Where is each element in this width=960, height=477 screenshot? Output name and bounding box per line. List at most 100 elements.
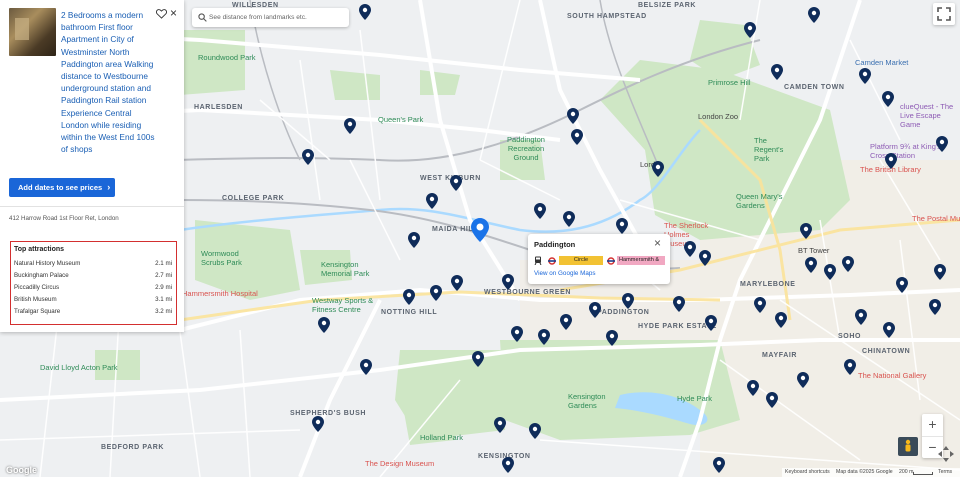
listing-pin[interactable]	[511, 326, 523, 342]
view-on-google-maps-link[interactable]: View on Google Maps	[534, 270, 596, 277]
close-icon[interactable]: ×	[170, 7, 180, 19]
poi-kensington-gardens[interactable]: Kensington Gardens	[568, 392, 612, 410]
listing-pin[interactable]	[775, 312, 787, 328]
listing-pin[interactable]	[472, 351, 484, 367]
listing-pin[interactable]	[359, 4, 371, 20]
listing-pin[interactable]	[855, 309, 867, 325]
listing-pin[interactable]	[571, 129, 583, 145]
poi-paddington-rec[interactable]: Paddington Recreation Ground	[500, 135, 552, 162]
poi-david-lloyd[interactable]: David Lloyd Acton Park	[40, 363, 118, 372]
landmark-search[interactable]	[192, 8, 349, 27]
heart-icon[interactable]	[156, 9, 167, 19]
poi-cluequest[interactable]: clueQuest - The Live Escape Game	[900, 102, 960, 129]
listing-pin[interactable]	[534, 203, 546, 219]
poi-queens-park[interactable]: Queen's Park	[378, 115, 423, 124]
listing-pin[interactable]	[494, 417, 506, 433]
keyboard-shortcuts-link[interactable]: Keyboard shortcuts	[785, 469, 830, 475]
listing-pin[interactable]	[538, 329, 550, 345]
listing-title[interactable]: 2 Bedrooms a modern bathroom First floor…	[61, 9, 161, 155]
listing-pin[interactable]	[808, 7, 820, 23]
zoom-in-button[interactable]: +	[922, 414, 943, 436]
listing-pin[interactable]	[684, 241, 696, 257]
listing-pin[interactable]	[896, 277, 908, 293]
listing-pin[interactable]	[616, 218, 628, 234]
attraction-row: British Museum 3.1 mi	[14, 296, 172, 307]
listing-pin[interactable]	[934, 264, 946, 280]
listing-pin[interactable]	[502, 457, 514, 473]
poi-hammersmith-hospital[interactable]: Hammersmith Hospital	[182, 289, 258, 298]
listing-pin[interactable]	[426, 193, 438, 209]
poi-postal-museum[interactable]: The Postal Museum	[912, 214, 960, 223]
listing-pin[interactable]	[859, 68, 871, 84]
poi-queen-marys-gardens[interactable]: Queen Mary's Gardens	[736, 192, 786, 210]
listing-pin[interactable]	[885, 153, 897, 169]
poi-design-museum[interactable]: The Design Museum	[365, 459, 434, 468]
listing-pin[interactable]	[699, 250, 711, 266]
listing-photo[interactable]	[9, 8, 56, 56]
map-pin-icon	[754, 297, 766, 313]
listing-pin[interactable]	[673, 296, 685, 312]
listing-pin[interactable]	[403, 289, 415, 305]
listing-pin[interactable]	[563, 211, 575, 227]
terms-link[interactable]: Terms	[938, 469, 952, 475]
listing-pin[interactable]	[302, 149, 314, 165]
selected-listing-pin[interactable]	[471, 218, 489, 242]
listing-pin[interactable]	[344, 118, 356, 134]
listing-pin[interactable]	[842, 256, 854, 272]
listing-pin[interactable]	[766, 392, 778, 408]
poi-wormwood-scrubs[interactable]: Wormwood Scrubs Park	[201, 249, 251, 267]
scale-label[interactable]: 200 m	[899, 469, 913, 475]
listing-pin[interactable]	[754, 297, 766, 313]
listing-pin[interactable]	[450, 175, 462, 191]
listing-pin[interactable]	[567, 108, 579, 124]
search-input[interactable]	[209, 11, 345, 24]
listing-pin[interactable]	[805, 257, 817, 273]
listing-pin[interactable]	[589, 302, 601, 318]
poi-roundwood-park[interactable]: Roundwood Park	[198, 53, 256, 62]
listing-pin[interactable]	[747, 380, 759, 396]
listing-pin[interactable]	[408, 232, 420, 248]
map-pin-icon	[934, 264, 946, 280]
poi-london-zoo[interactable]: London Zoo	[698, 112, 738, 121]
listing-pin[interactable]	[771, 64, 783, 80]
listing-pin[interactable]	[606, 330, 618, 346]
listing-pin[interactable]	[560, 314, 572, 330]
poi-regents-park[interactable]: The Regent's Park	[754, 136, 796, 163]
listing-pin[interactable]	[844, 359, 856, 375]
listing-pin[interactable]	[622, 293, 634, 309]
listing-pin[interactable]	[529, 423, 541, 439]
listing-pin[interactable]	[824, 264, 836, 280]
map-pin-icon	[312, 416, 324, 432]
poi-holland-park[interactable]: Holland Park	[420, 433, 463, 442]
poi-hyde-park[interactable]: Hyde Park	[677, 394, 712, 403]
pegman-button[interactable]	[898, 437, 918, 456]
close-icon[interactable]: ×	[654, 237, 664, 249]
listing-pin[interactable]	[312, 416, 324, 432]
listing-pin[interactable]	[797, 372, 809, 388]
poi-primrose-hill[interactable]: Primrose Hill	[708, 78, 751, 87]
listing-pin[interactable]	[744, 22, 756, 38]
poi-bt-tower[interactable]: BT Tower	[798, 246, 829, 255]
listing-pin[interactable]	[800, 223, 812, 239]
listing-pin[interactable]	[882, 91, 894, 107]
listing-pin[interactable]	[705, 315, 717, 331]
poi-national-gallery[interactable]: The National Gallery	[858, 371, 926, 380]
poi-kensington-memorial[interactable]: Kensington Memorial Park	[321, 260, 373, 278]
listing-pin[interactable]	[713, 457, 725, 473]
listing-pin[interactable]	[430, 285, 442, 301]
listing-pin[interactable]	[502, 274, 514, 290]
add-dates-button[interactable]: Add dates to see prices ›	[9, 178, 115, 197]
listing-pin[interactable]	[451, 275, 463, 291]
listing-pin[interactable]	[936, 136, 948, 152]
listing-pin[interactable]	[360, 359, 372, 375]
map-camera-control-icon[interactable]	[936, 444, 956, 464]
listing-pin[interactable]	[318, 317, 330, 333]
poi-camden-market[interactable]: Camden Market	[855, 58, 908, 67]
listing-pin[interactable]	[883, 322, 895, 338]
poi-westway-sports[interactable]: Westway Sports & Fitness Centre	[312, 296, 384, 314]
map-pin-icon	[844, 359, 856, 375]
map-pin-icon	[430, 285, 442, 301]
fullscreen-button[interactable]	[933, 3, 955, 25]
listing-pin[interactable]	[929, 299, 941, 315]
listing-pin[interactable]	[652, 161, 664, 177]
